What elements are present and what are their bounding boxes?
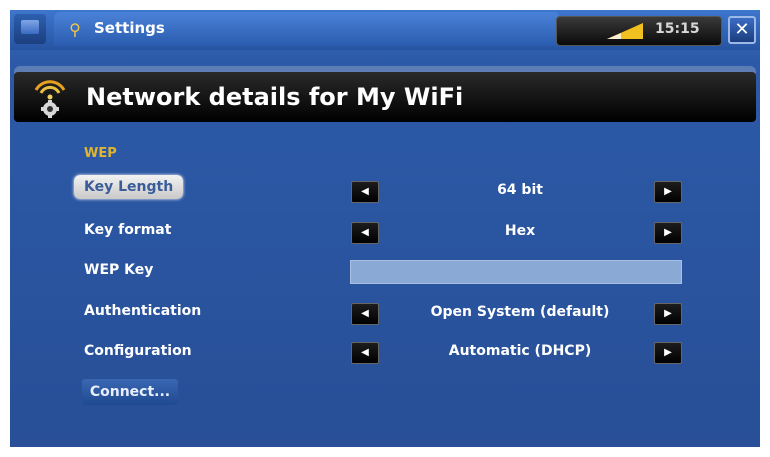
battery-level-icon — [607, 23, 643, 39]
arrow-right-icon[interactable]: ▶ — [654, 342, 682, 364]
authentication-label[interactable]: Authentication — [84, 303, 201, 319]
wep-key-label[interactable]: WEP Key — [84, 262, 153, 278]
arrow-right-icon[interactable]: ▶ — [654, 303, 682, 325]
configuration-label[interactable]: Configuration — [84, 343, 192, 359]
wep-key-field[interactable] — [350, 260, 682, 284]
page-header: Network details for My WiFi — [14, 72, 756, 122]
clock: 15:15 — [655, 21, 700, 37]
top-bar: ⚲ Settings 15:15 ✕ — [10, 10, 760, 50]
arrow-left-icon[interactable]: ◀ — [351, 342, 379, 364]
settings-icon: ⚲ — [69, 20, 81, 39]
device-screen: ⚲ Settings 15:15 ✕ Network details for M… — [10, 10, 760, 447]
arrow-right-icon[interactable]: ▶ — [654, 222, 682, 244]
arrow-left-icon[interactable]: ◀ — [351, 181, 379, 203]
section-label-wep: WEP — [84, 146, 117, 161]
configuration-value: Automatic (DHCP) — [448, 343, 592, 359]
key-length-value: 64 bit — [497, 182, 543, 198]
page-title: Network details for My WiFi — [86, 83, 464, 111]
key-length-label[interactable]: Key Length — [74, 175, 184, 199]
connect-button[interactable]: Connect... — [82, 379, 178, 405]
key-format-value: Hex — [504, 223, 536, 239]
arrow-right-icon[interactable]: ▶ — [654, 181, 682, 203]
wifi-gear-icon — [34, 80, 66, 118]
close-button[interactable]: ✕ — [728, 16, 756, 44]
key-format-label[interactable]: Key format — [84, 222, 171, 238]
arrow-left-icon[interactable]: ◀ — [351, 222, 379, 244]
arrow-left-icon[interactable]: ◀ — [351, 303, 379, 325]
status-panel: 15:15 — [556, 16, 722, 46]
authentication-value: Open System (default) — [430, 304, 610, 320]
home-icon[interactable] — [14, 14, 46, 44]
tab-settings[interactable]: ⚲ Settings — [54, 12, 560, 46]
close-icon: ✕ — [734, 19, 750, 40]
app-title: Settings — [94, 19, 165, 37]
